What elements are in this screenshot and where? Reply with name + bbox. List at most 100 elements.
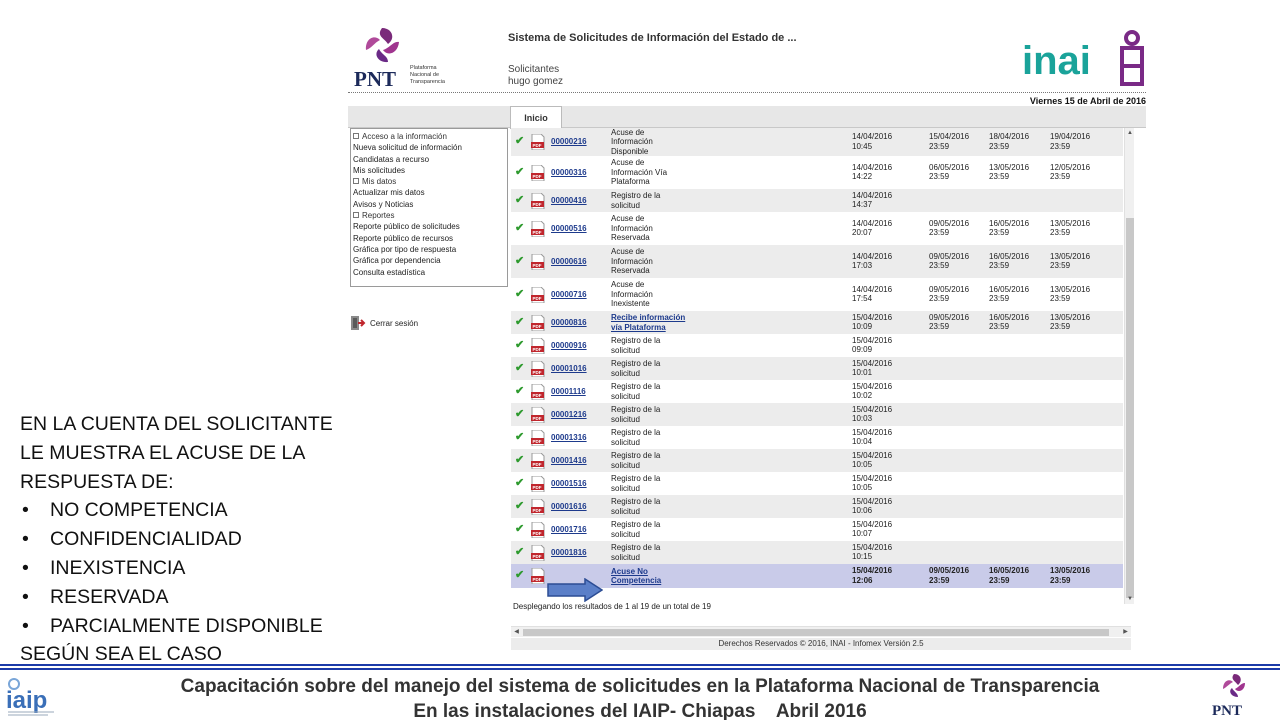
scrollbar-thumb[interactable] [523,629,1109,636]
pdf-icon[interactable]: PDF [531,568,545,584]
folio-link[interactable]: 00000416 [551,196,587,205]
menu-item-actualizar-datos[interactable]: Actualizar mis datos [353,187,505,198]
folio-link[interactable]: 00000516 [551,224,587,233]
pdf-icon[interactable]: PDF [531,164,545,181]
folio-link[interactable]: 00000916 [551,341,587,350]
date-line: 16/05/2016 [989,284,1030,294]
pdf-icon[interactable]: PDF [531,253,545,270]
table-row[interactable]: ✔ PDF 00000616 Acuse de Información Reservada… [511,245,1123,278]
pdf-icon[interactable]: PDF [531,220,545,237]
horizontal-scrollbar[interactable]: ◀ ▶ [511,626,1131,637]
menu-item-mis-solicitudes[interactable]: Mis solicitudes [353,165,505,176]
date-line: 15/04/2016 [852,404,893,414]
pdf-icon[interactable]: PDF [531,314,545,331]
menu-item-avisos[interactable]: Avisos y Noticias [353,199,505,210]
vertical-scrollbar[interactable]: ▲ ▼ [1124,128,1134,604]
folio-link[interactable]: 00000316 [551,168,587,177]
menu-item-grafica-dependencia[interactable]: Gráfica por dependencia [353,255,505,266]
table-row[interactable]: ✔ PDF 00001116 Registro de la solicitud 15/04… [511,380,1123,403]
pdf-icon[interactable]: PDF [531,337,545,354]
status-cell[interactable]: Recibe información vía Plataforma [611,313,706,332]
check-icon: ✔ [515,499,525,512]
logout-button[interactable]: Cerrar sesión [350,314,418,332]
folio-link[interactable]: 00001216 [551,410,587,419]
status-cell: Registro de la solicitud [611,451,706,470]
table-row[interactable]: ✔ PDF 00000516 Acuse de Información Reservada… [511,212,1123,245]
scrollbar-thumb[interactable] [1126,218,1134,598]
folio-link[interactable]: 00001616 [551,502,587,511]
scroll-right-icon[interactable]: ▶ [1120,627,1131,638]
scroll-left-icon[interactable]: ◀ [511,627,522,638]
table-row[interactable]: ✔ PDF 00001416 Registro de la solicitud 15/04… [511,449,1123,472]
pdf-icon[interactable]: PDF [531,360,545,377]
folio-link[interactable]: 00001716 [551,525,587,534]
date-line: 15/04/2016 [852,496,893,506]
table-row[interactable]: ✔ PDF 00001616 Registro de la solicitud 15/04… [511,495,1123,518]
table-row[interactable]: ✔ PDF 00001516 Registro de la solicitud 15/04… [511,472,1123,495]
table-row[interactable]: ✔ PDF 00001216 Registro de la solicitud 15/04… [511,403,1123,426]
folio-link[interactable]: 00001016 [551,364,587,373]
date-line: 10:03 [852,414,873,424]
tab-inicio[interactable]: Inicio [510,106,562,129]
pdf-icon[interactable]: PDF [531,429,545,446]
table-row[interactable]: ✔ PDF 00001016 Registro de la solicitud 15/04… [511,357,1123,380]
pdf-icon[interactable]: PDF [531,383,545,400]
table-row[interactable]: ✔ PDF 00000416 Registro de la solicitud 14/04… [511,189,1123,212]
banner-subtitle: En las instalaciones del IAIP- Chiapas A… [413,701,867,720]
menu-section-reportes[interactable]: Reportes [353,210,505,221]
table-row[interactable]: ✔ PDF 00001316 Registro de la solicitud 15/04… [511,426,1123,449]
menu-section-acceso[interactable]: Acceso a la información [353,131,505,142]
pdf-icon[interactable]: PDF [531,452,545,469]
menu-item-consulta-estadistica[interactable]: Consulta estadística [353,267,505,278]
pdf-icon[interactable]: PDF [531,406,545,423]
status-line: Información [611,256,653,266]
system-title: Sistema de Solicitudes de Información de… [508,32,797,44]
date-line: 14/04/2016 [852,251,893,261]
table-row[interactable]: ✔ PDF 00000716 Acuse de Información Inexisten… [511,278,1123,311]
pdf-icon[interactable]: PDF [531,192,545,209]
folio-link[interactable]: 00000216 [551,137,587,146]
folio-link[interactable]: 00000816 [551,318,587,327]
folio-link[interactable]: 00001516 [551,479,587,488]
date-line: 15/04/2016 [852,358,893,368]
menu-item-candidatas-recurso[interactable]: Candidatas a recurso [353,154,505,165]
inai-logo-text: inai [1022,39,1091,83]
pdf-icon[interactable]: PDF [531,521,545,538]
scroll-up-icon[interactable]: ▲ [1125,128,1135,138]
pdf-icon[interactable]: PDF [531,498,545,515]
check-icon: ✔ [515,165,525,178]
pdf-icon[interactable]: PDF [531,475,545,492]
folio-link[interactable]: 00001316 [551,433,587,442]
pdf-icon[interactable]: PDF [531,134,545,150]
date-line: 09/05/2016 [929,312,970,322]
date-cell: 09/05/2016 23:59 [929,219,987,238]
folio-link[interactable]: 00001116 [551,387,586,396]
date-cell: 13/05/2016 23:59 [989,163,1047,182]
folio-link[interactable]: 00001416 [551,456,587,465]
table-row[interactable]: ✔ PDF 00000316 Acuse de Información Vía Plata… [511,156,1123,189]
status-cell: Registro de la solicitud [611,428,706,447]
banner-caption: Capacitación sobre del manejo del sistem… [100,674,1180,720]
pdf-icon[interactable]: PDF [531,544,545,561]
folio-link[interactable]: 00000716 [551,290,587,299]
folio-link[interactable]: 00000616 [551,257,587,266]
date-line: 10:04 [852,437,873,447]
menu-item-reporte-recursos[interactable]: Reporte público de recursos [353,233,505,244]
table-row[interactable]: ✔ PDF 00001816 Registro de la solicitud 15/04… [511,541,1123,564]
menu-item-grafica-tipo-respuesta[interactable]: Gráfica por tipo de respuesta [353,244,505,255]
side-menu: Acceso a la información Nueva solicitud … [350,128,508,287]
status-line: Reservada [611,233,650,243]
scroll-down-icon[interactable]: ▼ [1125,594,1135,604]
menu-item-reporte-solicitudes[interactable]: Reporte público de solicitudes [353,221,505,232]
table-row[interactable]: ✔ PDF 00001716 Registro de la solicitud 15/04… [511,518,1123,541]
table-row[interactable]: ✔ PDF 00000916 Registro de la solicitud 15/04… [511,334,1123,357]
table-row[interactable]: ✔ PDF 00000816 Recibe información vía Plataf… [511,311,1123,334]
table-row[interactable]: ✔ PDF 00000216 Acuse de Información Disponibl… [511,128,1123,156]
menu-item-nueva-solicitud[interactable]: Nueva solicitud de información [353,142,505,153]
status-line: Acuse de [611,280,645,290]
status-cell: Registro de la solicitud [611,382,706,401]
menu-section-mis-datos[interactable]: Mis datos [353,176,505,187]
folio-link[interactable]: 00001816 [551,548,587,557]
pdf-icon[interactable]: PDF [531,286,545,303]
status-cell[interactable]: Acuse No Competencia [611,567,706,586]
